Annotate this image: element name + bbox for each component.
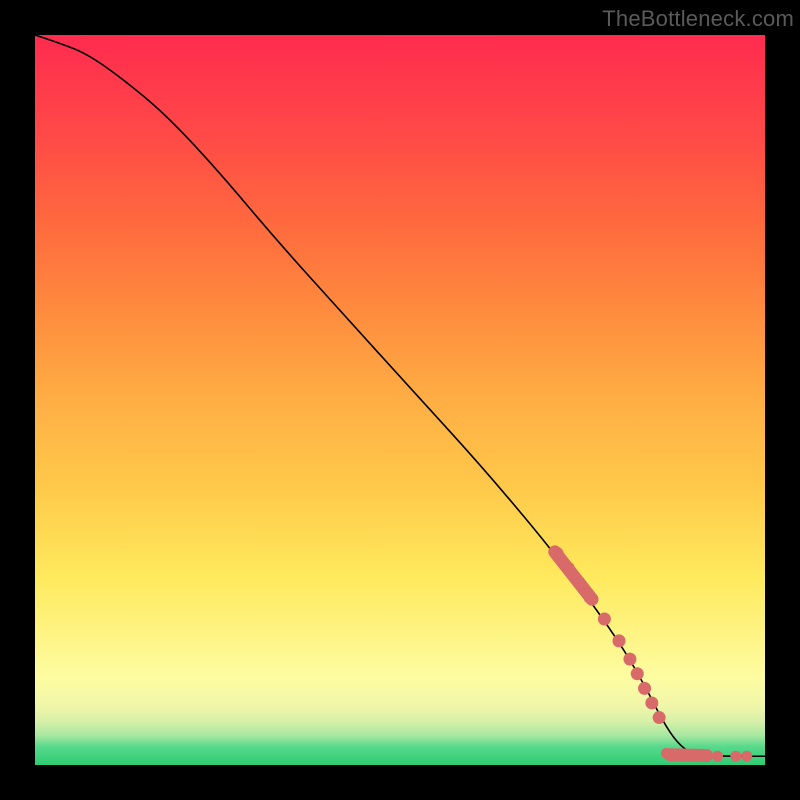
flat-marker-8	[741, 751, 752, 762]
curve-marker-4	[598, 613, 611, 626]
curve-marker-5	[613, 634, 626, 647]
curve-marker-2	[572, 576, 585, 589]
flat-marker-5	[697, 750, 708, 761]
chart-frame: TheBottleneck.com	[0, 0, 800, 800]
curve-marker-10	[653, 711, 666, 724]
curve-marker-3	[583, 591, 596, 604]
curve-line	[35, 35, 765, 756]
curve-marker-1	[561, 561, 574, 574]
chart-svg	[35, 35, 765, 765]
curve-marker-8	[638, 682, 651, 695]
flat-marker-6	[712, 751, 723, 762]
watermark-text: TheBottleneck.com	[602, 6, 794, 32]
curve-marker-6	[623, 653, 636, 666]
plot-area	[35, 35, 765, 765]
flat-marker-7	[730, 751, 741, 762]
curve-marker-7	[631, 667, 644, 680]
curve-marker-0	[550, 547, 563, 560]
curve-marker-9	[645, 696, 658, 709]
